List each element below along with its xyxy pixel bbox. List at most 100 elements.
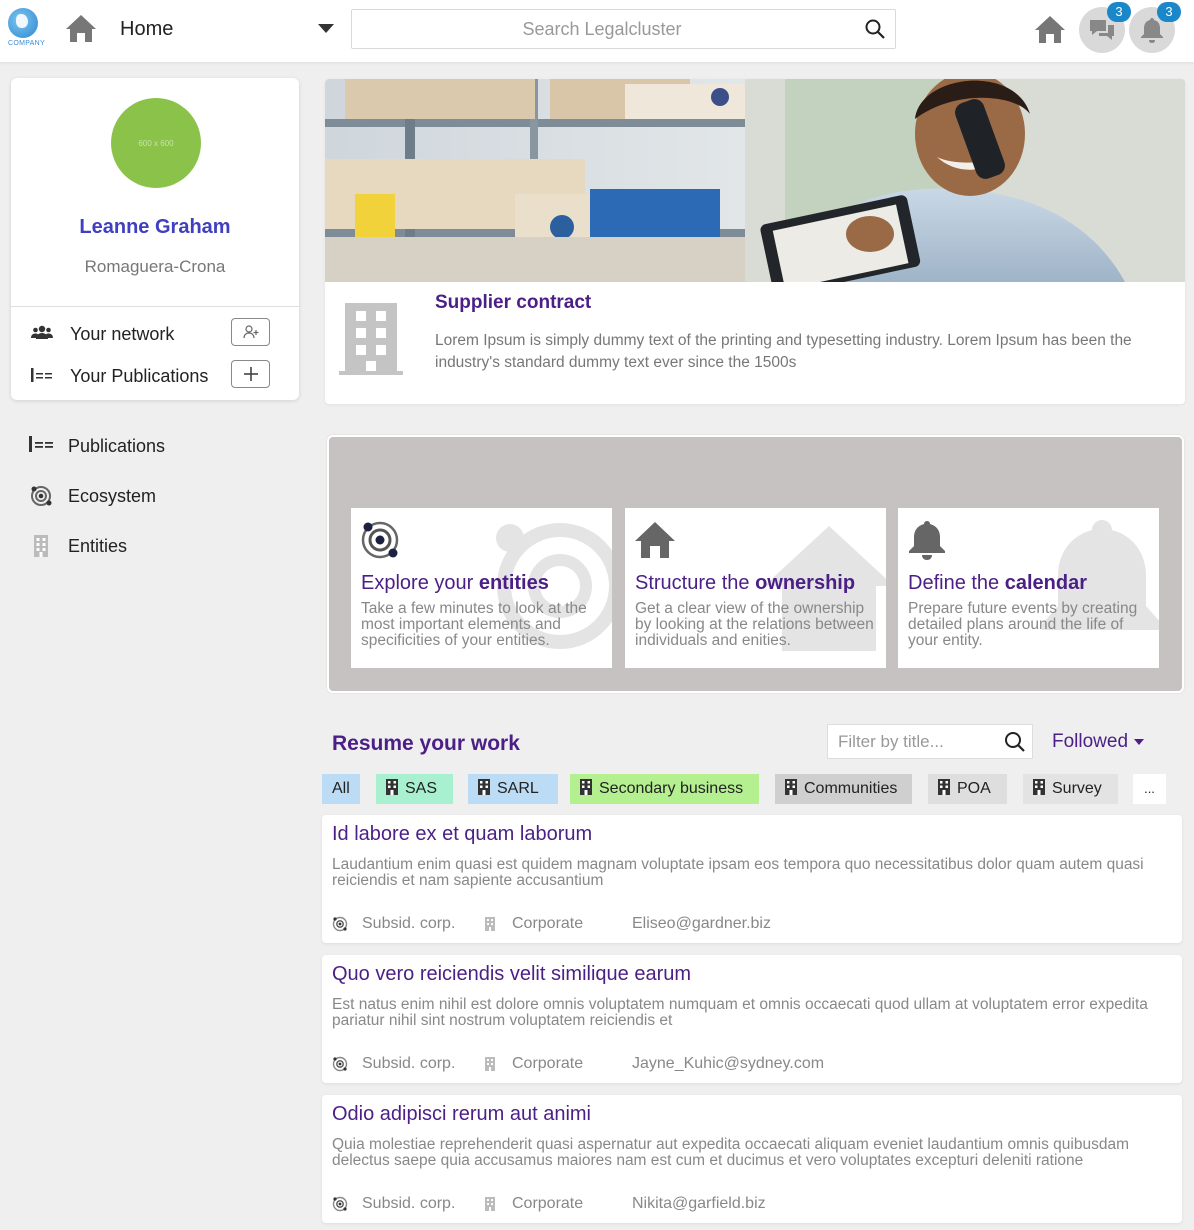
messages-badge: 3: [1107, 2, 1131, 22]
work-item-title[interactable]: Id labore ex et quam laborum: [332, 823, 592, 846]
filter-chip[interactable]: ...: [1133, 774, 1166, 804]
work-item-email[interactable]: Jayne_Kuhic@sydney.com: [632, 1055, 824, 1073]
nav-item-entities[interactable]: Entities: [28, 532, 298, 562]
nav-item-publications[interactable]: Publications: [28, 432, 298, 462]
filter-chip[interactable]: Secondary business: [570, 774, 759, 804]
filter-input[interactable]: [828, 725, 998, 758]
logo-text: COMPANY: [8, 40, 45, 47]
profile-company: Romaguera-Crona: [84, 257, 226, 276]
feature-title: Structure the ownership: [635, 572, 856, 594]
chip-label: All: [332, 780, 350, 797]
card-title[interactable]: Supplier contract: [435, 292, 591, 314]
nav-label: Ecosystem: [68, 486, 157, 506]
filter-box: [827, 724, 1033, 759]
home-label[interactable]: Home: [120, 18, 173, 41]
profile-card: 600 x 600 Leanne Graham Romaguera-Crona …: [11, 78, 299, 400]
filter-chip[interactable]: POA: [928, 774, 1007, 804]
feature-text: Prepare future events by creating detail…: [908, 600, 1138, 649]
filter-chip[interactable]: SAS: [376, 774, 453, 804]
followed-label: Followed: [1052, 731, 1129, 752]
home-icon: [634, 520, 676, 560]
work-item-title[interactable]: Quo vero reiciendis velit similique earu…: [332, 963, 691, 986]
divider: [11, 306, 299, 307]
section-title: Resume your work: [332, 732, 520, 755]
your-network-row[interactable]: Your network: [11, 316, 299, 352]
supplier-contract-card[interactable]: Supplier contract Lorem Ipsum is simply …: [325, 79, 1185, 404]
company-logo[interactable]: COMPANY: [8, 8, 45, 50]
plus-icon: [243, 367, 258, 381]
notifications-badge: 3: [1157, 2, 1181, 22]
chip-label: Secondary business: [599, 780, 744, 797]
filter-chip[interactable]: All: [322, 774, 360, 804]
feature-text: Take a few minutes to look at the most i…: [361, 600, 587, 649]
orbit-icon: [332, 1196, 348, 1212]
work-item-description: Est natus enim nihil est dolore omnis vo…: [332, 996, 1148, 1029]
followed-dropdown[interactable]: Followed: [1052, 731, 1145, 753]
nav-label: Entities: [68, 536, 128, 556]
home-shortcut-icon[interactable]: [1033, 13, 1067, 47]
list-icon: [28, 434, 54, 458]
work-item-email[interactable]: Eliseo@gardner.biz: [632, 915, 771, 933]
hero-photo: [325, 79, 1185, 282]
work-item-email[interactable]: Nikita@garfield.biz: [632, 1195, 766, 1213]
notifications-button[interactable]: 3: [1129, 2, 1181, 53]
building-icon: [938, 779, 950, 795]
your-publications-label: Your Publications: [70, 366, 209, 386]
filter-chip[interactable]: SARL: [468, 774, 558, 804]
building-icon: [28, 534, 54, 558]
feature-title: Define the calendar: [908, 572, 1087, 594]
avatar[interactable]: 600 x 600: [111, 98, 201, 188]
work-item-type: Subsid. corp.: [362, 1195, 456, 1212]
search-input[interactable]: [352, 10, 852, 48]
feature-card-ownership[interactable]: Structure the ownership Get a clear view…: [625, 508, 886, 668]
globe-icon: [8, 8, 38, 38]
home-icon[interactable]: [64, 12, 98, 44]
users-icon: [31, 324, 53, 342]
orbit-icon: [360, 520, 402, 560]
work-item-card[interactable]: Id labore ex et quam laborum Laudantium e…: [322, 815, 1182, 943]
add-publication-button[interactable]: [231, 360, 270, 388]
user-plus-icon: [242, 325, 258, 339]
chip-label: SAS: [405, 780, 438, 797]
building-icon: [580, 779, 592, 795]
features-panel: Explore your entities Take a few minutes…: [327, 435, 1184, 693]
profile-name[interactable]: Leanne Graham: [11, 216, 299, 239]
nav-item-ecosystem[interactable]: Ecosystem: [28, 482, 298, 512]
work-item-description: Quia molestiae reprehenderit quasi asper…: [332, 1136, 1130, 1169]
work-item-type: Subsid. corp.: [362, 915, 456, 932]
top-bar: COMPANY Home 3 3: [0, 0, 1194, 62]
work-item-card[interactable]: Odio adipisci rerum aut animi Quia molest…: [322, 1095, 1182, 1223]
work-item-card[interactable]: Quo vero reiciendis velit similique earu…: [322, 955, 1182, 1083]
search-icon[interactable]: [865, 19, 885, 39]
chip-label: Communities: [804, 780, 898, 797]
work-item-description: Laudantium enim quasi est quidem magnam …: [332, 856, 1144, 889]
building-icon: [386, 779, 398, 795]
nav-label: Publications: [68, 436, 166, 456]
work-item-category: Corporate: [512, 915, 584, 932]
work-item-title[interactable]: Odio adipisci rerum aut animi: [332, 1103, 591, 1126]
your-network-label: Your network: [70, 324, 175, 344]
your-publications-row[interactable]: Your Publications: [11, 358, 299, 394]
chevron-down-icon[interactable]: [318, 24, 334, 33]
avatar-placeholder-text: 600 x 600: [138, 138, 174, 148]
feature-title: Explore your entities: [361, 572, 549, 594]
filter-chip[interactable]: Communities: [775, 774, 912, 804]
add-contact-button[interactable]: [231, 318, 270, 346]
chip-label: POA: [957, 780, 991, 797]
building-icon: [485, 917, 495, 931]
messages-button[interactable]: 3: [1079, 2, 1131, 53]
orbit-icon: [332, 1056, 348, 1072]
bell-icon: [907, 520, 949, 560]
search-icon[interactable]: [1004, 731, 1026, 753]
building-icon: [485, 1057, 495, 1071]
feature-card-entities[interactable]: Explore your entities Take a few minutes…: [351, 508, 612, 668]
search-box: [351, 9, 896, 49]
chip-label: SARL: [497, 780, 539, 797]
caret-down-icon: [1134, 738, 1145, 745]
feature-card-calendar[interactable]: Define the calendar Prepare future event…: [898, 508, 1159, 668]
filter-chip[interactable]: Survey: [1023, 774, 1118, 804]
orbit-icon: [28, 484, 54, 508]
work-item-category: Corporate: [512, 1055, 584, 1072]
feature-text: Get a clear view of the ownership by loo…: [635, 600, 874, 649]
work-item-category: Corporate: [512, 1195, 584, 1212]
